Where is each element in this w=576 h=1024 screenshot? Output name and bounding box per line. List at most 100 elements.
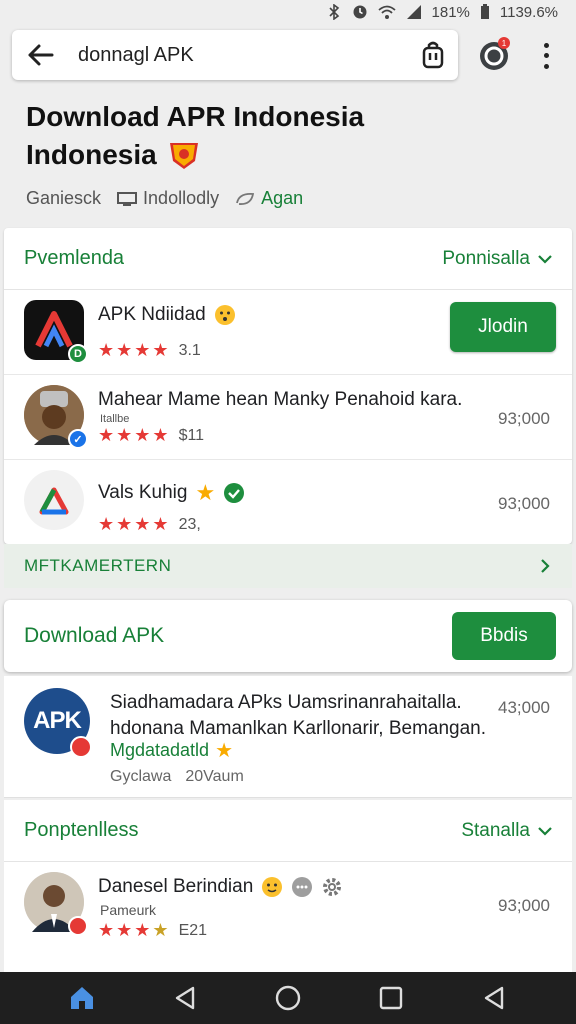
back-nav-button-2[interactable] xyxy=(472,976,516,1020)
chevron-down-icon xyxy=(538,254,552,264)
triangle-back-icon xyxy=(485,986,504,1010)
shopping-bag-icon xyxy=(422,41,444,69)
clock-text: 1139.6% xyxy=(499,3,558,21)
rating-value: 23, xyxy=(178,515,201,533)
list-item[interactable]: Danesel Berindian Pameurk ★ ★ ★ ★ E21 93;00… xyxy=(4,862,572,954)
signal-icon xyxy=(406,5,421,19)
app-name: APK Ndiidad xyxy=(98,304,206,325)
star-badge-icon: ★ xyxy=(215,740,234,762)
star-icon: ★ xyxy=(116,920,133,940)
crest-icon xyxy=(169,143,198,169)
gear-icon xyxy=(323,878,342,896)
featured-tag: Mgdatadatld ★ xyxy=(110,738,233,763)
battery-icon xyxy=(480,4,489,19)
triangle-back-icon xyxy=(175,986,194,1010)
home-icon xyxy=(70,987,93,1009)
search-bar[interactable]: donnagl APK xyxy=(12,30,458,80)
featured-meta: Gyclawa 20Vaum xyxy=(110,768,244,786)
account-avatar-icon: 1 xyxy=(480,37,510,70)
more-options-button[interactable] xyxy=(536,40,556,72)
download-count: 93;000 xyxy=(498,409,550,428)
card-see-all-link[interactable]: Stanalla xyxy=(461,820,552,842)
star-icon: ★ xyxy=(98,920,115,940)
star-icon: ★ xyxy=(134,425,151,445)
shopping-bag-button[interactable] xyxy=(408,41,458,69)
arrow-back-icon xyxy=(28,44,54,66)
status-bar: 181% 1139.6% xyxy=(0,0,576,24)
meta-developer: Indollodly xyxy=(143,188,220,208)
list-item[interactable]: Vals Kuhig ★ ★ ★ ★ ★ 23, 93;000 xyxy=(4,460,572,545)
star-badge-icon: ★ xyxy=(195,480,216,505)
account-avatar-button[interactable]: 1 xyxy=(476,36,512,72)
card-link-label: Ponnisalla xyxy=(442,247,530,269)
install-button[interactable]: Jlodin xyxy=(450,302,556,352)
meta-category[interactable]: Ganiesck xyxy=(26,188,101,209)
app-name-row: APK Ndiidad xyxy=(98,304,236,326)
back-button[interactable] xyxy=(12,30,68,80)
more-dot xyxy=(543,64,549,70)
app-name: Vals Kuhig xyxy=(98,482,188,503)
rating-stars: ★ ★ ★ ★ 3.1 xyxy=(98,340,201,361)
star-icon: ★ xyxy=(152,920,169,940)
meta-developer-item[interactable]: Indollodly xyxy=(117,188,219,209)
verified-badge: ✓ xyxy=(68,429,88,449)
star-icon: ★ xyxy=(152,425,169,445)
card-title: Ponptenlless xyxy=(24,819,139,841)
home-circle-nav-button[interactable] xyxy=(266,976,310,1020)
rating-value: E21 xyxy=(178,921,208,939)
search-query[interactable]: donnagl APK xyxy=(68,44,408,67)
device-icon xyxy=(117,191,138,206)
wifi-icon xyxy=(377,5,396,19)
circle-home-icon xyxy=(275,985,301,1011)
featured-tag-label: Mgdatadatld xyxy=(110,740,210,760)
bluetooth-icon xyxy=(328,4,339,20)
battery-text: 181% xyxy=(431,3,470,21)
app-name: Mahear Mame hean Manky Penahoid kara. xyxy=(98,389,463,410)
card-link-label: Stanalla xyxy=(461,819,530,841)
app-icon: D xyxy=(24,300,88,364)
chevron-down-icon xyxy=(538,826,552,836)
back-nav-button[interactable] xyxy=(163,976,207,1020)
play-badge xyxy=(68,916,88,936)
download-button[interactable]: Bbdis xyxy=(452,612,556,660)
recommended-card: Pvemlenda Ponnisalla D APK Ndiidad ★ ★ ★ ★ … xyxy=(4,228,572,544)
download-count: 93;000 xyxy=(498,494,550,513)
more-link-row[interactable]: MFTKAMERTERN xyxy=(4,544,572,588)
featured-meta-2: 20Vaum xyxy=(185,768,244,785)
emoji-face-icon xyxy=(262,877,283,897)
rating-stars: ★ ★ ★ ★ E21 xyxy=(98,920,207,941)
card-see-all-link[interactable]: Ponnisalla xyxy=(442,248,552,270)
chevron-right-icon xyxy=(541,559,550,573)
app-name-row: Vals Kuhig ★ xyxy=(98,480,245,506)
featured-meta-1: Gyclawa xyxy=(110,768,172,785)
meta-tag-item[interactable]: Agan xyxy=(235,188,303,209)
more-link-label: MFTKAMERTERN xyxy=(24,556,172,575)
square-recents-icon xyxy=(379,986,403,1010)
list-item[interactable]: D APK Ndiidad ★ ★ ★ ★ 3.1 Jlodin xyxy=(4,290,572,375)
verified-badge: D xyxy=(68,344,88,364)
featured-description: Siadhamadara APks Uamsrinanrahaitalla. xyxy=(110,690,490,716)
star-icon: ★ xyxy=(98,340,115,360)
home-nav-button[interactable] xyxy=(60,976,104,1020)
leaf-icon xyxy=(236,192,255,205)
star-icon: ★ xyxy=(152,340,169,360)
apk-logo-icon: APK xyxy=(24,688,92,758)
app-name-row: Danesel Berindian xyxy=(98,876,343,898)
download-apk-card: Download APK Bbdis xyxy=(4,600,572,672)
download-count: 43;000 xyxy=(498,698,550,717)
star-icon: ★ xyxy=(134,340,151,360)
triangle-logo-icon xyxy=(39,487,69,515)
rating-value: 3.1 xyxy=(178,341,201,359)
star-icon: ★ xyxy=(152,514,169,534)
card-title: Pvemlenda xyxy=(24,247,125,269)
recents-nav-button[interactable] xyxy=(369,976,413,1020)
featured-item[interactable]: APK Siadhamadara APks Uamsrinanrahaitall… xyxy=(4,676,572,798)
list-item[interactable]: ✓ Mahear Mame hean Manky Penahoid kara. … xyxy=(4,375,572,460)
more-dot xyxy=(543,53,549,59)
play-badge xyxy=(70,736,92,758)
navigation-bar xyxy=(0,972,576,1024)
card-header: Ponptenlless Stanalla xyxy=(4,800,572,862)
download-count: 93;000 xyxy=(498,896,550,915)
people-card: Ponptenlless Stanalla Danesel Berindian … xyxy=(4,800,572,980)
more-dot xyxy=(543,42,549,48)
